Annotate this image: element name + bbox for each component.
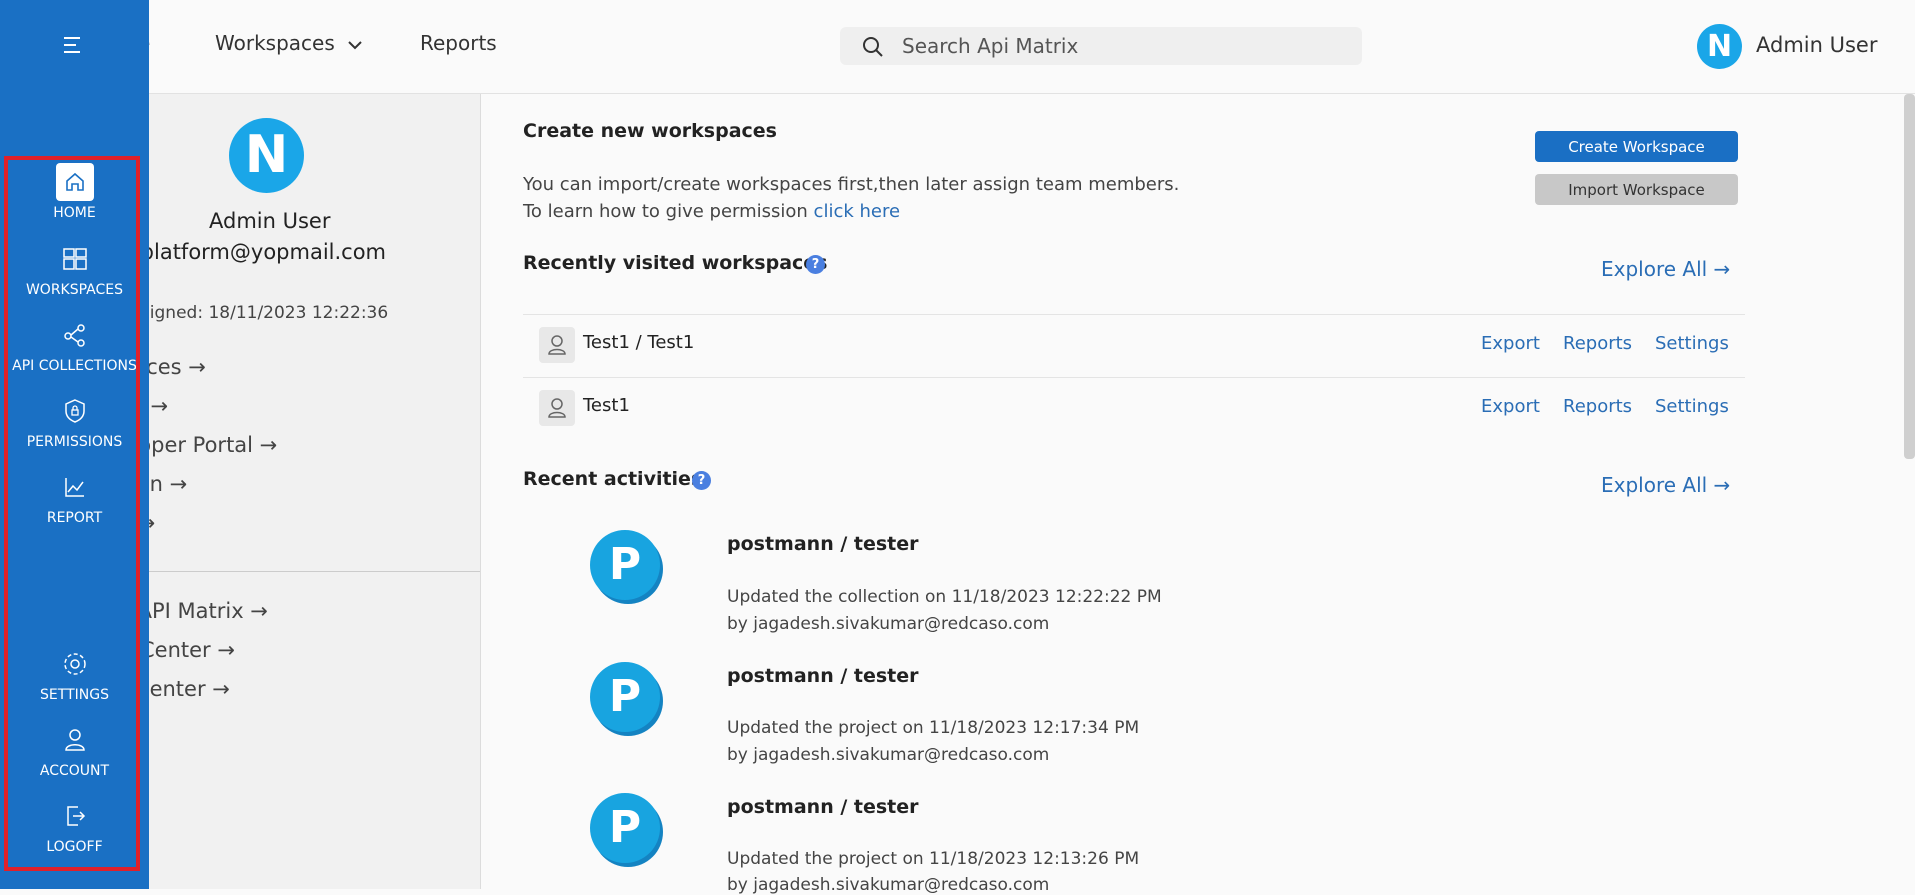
activity-line2: by jagadesh.sivakumar@redcaso.com bbox=[727, 875, 1050, 895]
profile-email: xtplatform@yopmail.com bbox=[120, 240, 387, 264]
activity-line2: by jagadesh.sivakumar@redcaso.com bbox=[727, 614, 1050, 634]
activity-line2: by jagadesh.sivakumar@redcaso.com bbox=[727, 745, 1050, 765]
settings-link[interactable]: Settings bbox=[1655, 333, 1729, 354]
settings-link[interactable]: Settings bbox=[1655, 396, 1729, 417]
last-signed: st signed: 18/11/2023 12:22:36 bbox=[120, 303, 389, 323]
reports-link[interactable]: Reports bbox=[1563, 333, 1632, 354]
import-workspace-button[interactable]: Import Workspace bbox=[1535, 174, 1738, 205]
export-link[interactable]: Export bbox=[1481, 396, 1540, 417]
nav-workspaces-label: Workspaces bbox=[215, 31, 335, 55]
activity-title[interactable]: postmann / tester bbox=[727, 796, 919, 818]
create-line1: You can import/create workspaces first,t… bbox=[523, 174, 1180, 195]
create-line2-text: To learn how to give permission bbox=[523, 201, 814, 222]
user-icon bbox=[539, 390, 575, 426]
profile-avatar: N bbox=[229, 118, 304, 193]
recent-workspaces-title: Recently visited workspaces bbox=[523, 252, 828, 274]
click-here-link[interactable]: click here bbox=[814, 201, 901, 222]
scrollbar[interactable] bbox=[1904, 94, 1915, 459]
activity-title[interactable]: postmann / tester bbox=[727, 533, 919, 555]
workspace-name[interactable]: Test1 bbox=[583, 395, 630, 416]
export-link[interactable]: Export bbox=[1481, 333, 1540, 354]
sidebar: HOME WORKSPACES API COLLECTIONS PERMISSI… bbox=[0, 0, 149, 889]
help-icon[interactable]: ? bbox=[806, 255, 825, 274]
create-workspace-button[interactable]: Create Workspace bbox=[1535, 131, 1738, 162]
activity-line1: Updated the project on 11/18/2023 12:13:… bbox=[727, 849, 1140, 869]
profile-name: Admin User bbox=[209, 209, 331, 233]
avatar[interactable]: N bbox=[1697, 24, 1742, 69]
highlight-box bbox=[4, 156, 140, 871]
reports-link[interactable]: Reports bbox=[1563, 396, 1632, 417]
activity-line1: Updated the project on 11/18/2023 12:17:… bbox=[727, 718, 1140, 738]
activity-avatar: P bbox=[590, 662, 660, 732]
recent-activities-title: Recent activities bbox=[523, 468, 703, 490]
create-title: Create new workspaces bbox=[523, 120, 777, 142]
workspace-name[interactable]: Test1 / Test1 bbox=[583, 332, 694, 353]
table-row[interactable]: Test1 Export Reports Settings bbox=[523, 377, 1745, 440]
help-icon[interactable]: ? bbox=[692, 471, 711, 490]
table-row[interactable]: Test1 / Test1 Export Reports Settings bbox=[523, 314, 1745, 377]
user-name[interactable]: Admin User bbox=[1756, 33, 1877, 57]
divider bbox=[120, 571, 480, 572]
nav-reports[interactable]: Reports bbox=[420, 31, 497, 55]
explore-all-workspaces[interactable]: Explore All → bbox=[1601, 257, 1730, 281]
chevron-down-icon bbox=[348, 41, 362, 50]
activity-line1: Updated the collection on 11/18/2023 12:… bbox=[727, 587, 1162, 607]
search-bar[interactable]: Search Api Matrix bbox=[840, 27, 1362, 65]
nav-workspaces[interactable]: Workspaces bbox=[215, 31, 363, 55]
activity-avatar: P bbox=[590, 793, 660, 863]
explore-all-activities[interactable]: Explore All → bbox=[1601, 473, 1730, 497]
activity-title[interactable]: postmann / tester bbox=[727, 665, 919, 687]
create-line2: To learn how to give permission click he… bbox=[523, 201, 900, 222]
hamburger-menu-icon[interactable] bbox=[62, 34, 84, 56]
user-icon bbox=[539, 327, 575, 363]
search-input[interactable]: Search Api Matrix bbox=[902, 34, 1078, 58]
activity-avatar: P bbox=[590, 530, 660, 600]
search-icon bbox=[863, 37, 883, 57]
top-bar: e Workspaces Reports Search Api Matrix N… bbox=[0, 0, 1915, 94]
